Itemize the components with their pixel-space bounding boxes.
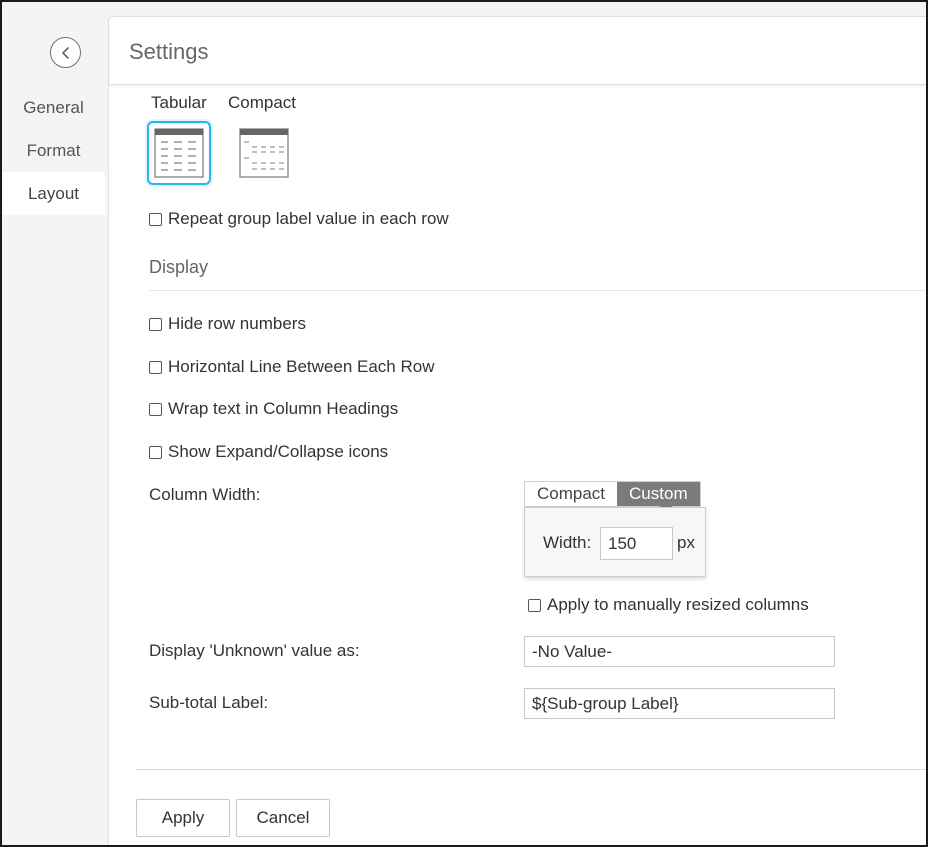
sidebar-item-format[interactable]: Format xyxy=(2,129,105,172)
wrap-text-row[interactable]: Wrap text in Column Headings xyxy=(149,399,398,419)
column-width-label: Column Width: xyxy=(149,485,261,504)
column-width-custom-button[interactable]: Custom xyxy=(617,482,700,506)
horizontal-line-checkbox[interactable] xyxy=(149,360,162,374)
sidebar-item-label: Layout xyxy=(27,183,80,203)
width-label: Width: xyxy=(543,533,592,552)
show-expand-collapse-checkbox[interactable] xyxy=(149,445,162,459)
apply-button[interactable]: Apply xyxy=(136,799,230,837)
custom-width-popover: Width: px xyxy=(524,507,706,577)
settings-panel: Settings Tabular Compact Repeat group la… xyxy=(108,16,926,845)
unknown-value-input[interactable] xyxy=(524,636,835,667)
width-unit: px xyxy=(677,533,695,552)
chevron-left-icon xyxy=(61,46,69,59)
repeat-group-label-checkbox-row[interactable]: Repeat group label value in each row xyxy=(149,209,449,229)
subtotal-label: Sub-total Label: xyxy=(149,693,269,712)
wrap-text-checkbox[interactable] xyxy=(149,402,162,416)
unknown-value-label: Display 'Unknown' value as: xyxy=(149,641,360,660)
tabular-layout-icon xyxy=(154,128,204,178)
column-width-toggle: Compact Custom xyxy=(524,481,701,507)
sidebar: General Format Layout xyxy=(2,2,107,845)
cancel-button[interactable]: Cancel xyxy=(236,799,330,837)
sidebar-item-general[interactable]: General xyxy=(2,86,105,129)
sidebar-item-layout[interactable]: Layout xyxy=(2,172,105,215)
compact-layout-icon xyxy=(239,128,289,178)
apply-resized-columns-label: Apply to manually resized columns xyxy=(547,595,809,614)
repeat-group-label-checkbox[interactable] xyxy=(149,212,162,226)
apply-resized-columns-checkbox[interactable] xyxy=(528,598,541,612)
wrap-text-label: Wrap text in Column Headings xyxy=(168,399,399,418)
hide-row-numbers-row[interactable]: Hide row numbers xyxy=(149,314,306,334)
column-width-compact-button[interactable]: Compact xyxy=(525,482,618,506)
display-section-title: Display xyxy=(149,257,209,277)
hide-row-numbers-checkbox[interactable] xyxy=(149,317,162,331)
compact-layout-option[interactable] xyxy=(232,121,296,185)
compact-layout-label: Compact xyxy=(228,93,297,112)
tabular-layout-option[interactable] xyxy=(147,121,211,185)
section-divider xyxy=(149,290,926,291)
apply-resized-columns-row[interactable]: Apply to manually resized columns xyxy=(528,595,809,615)
sidebar-item-label: Format xyxy=(26,140,81,160)
show-expand-collapse-row[interactable]: Show Expand/Collapse icons xyxy=(149,442,388,462)
show-expand-collapse-label: Show Expand/Collapse icons xyxy=(168,442,389,461)
page-title: Settings xyxy=(129,39,209,64)
settings-window: General Format Layout Settings Tabular C… xyxy=(0,0,928,847)
horizontal-line-label: Horizontal Line Between Each Row xyxy=(168,357,435,376)
tabular-label: Tabular xyxy=(151,93,207,112)
panel-header: Settings xyxy=(109,17,926,85)
sidebar-item-label: General xyxy=(23,97,84,117)
footer-divider xyxy=(135,769,926,770)
hide-row-numbers-label: Hide row numbers xyxy=(168,314,306,333)
repeat-group-label-text: Repeat group label value in each row xyxy=(168,209,449,228)
width-input[interactable] xyxy=(600,527,673,560)
horizontal-line-row[interactable]: Horizontal Line Between Each Row xyxy=(149,357,434,377)
back-button[interactable] xyxy=(50,37,81,68)
subtotal-label-input[interactable] xyxy=(524,688,835,719)
